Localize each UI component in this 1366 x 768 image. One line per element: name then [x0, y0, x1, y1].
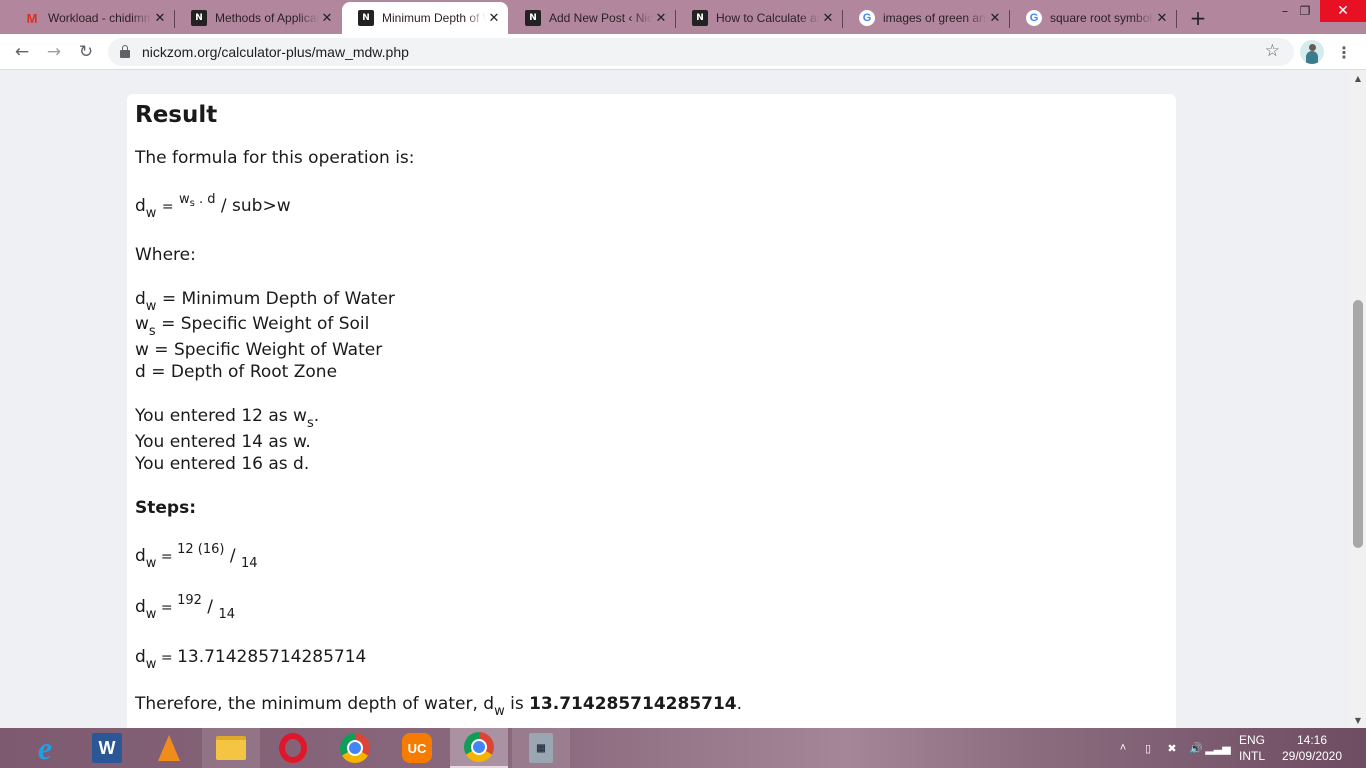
page-scrollbar[interactable]: ▲ ▼: [1350, 70, 1366, 728]
nickzom-icon: N: [525, 10, 541, 26]
clock-date: 29/09/2020: [1281, 749, 1343, 763]
scroll-down-arrow-icon[interactable]: ▼: [1350, 712, 1366, 728]
browser-toolbar: ← → ↻ nickzom.org/calculator-plus/maw_md…: [0, 34, 1366, 70]
entered-value: You entered 12 as ws.: [135, 406, 320, 431]
conclusion-line: Therefore, the minimum depth of water, d…: [135, 694, 743, 719]
clock-time: 14:16: [1296, 733, 1328, 747]
definition-item: w = Specific Weight of Water: [135, 340, 383, 360]
uc-browser-icon: UC: [402, 733, 432, 763]
entered-value: You entered 14 as w.: [135, 432, 311, 452]
taskbar-uc-browser[interactable]: UC: [388, 728, 446, 768]
lock-icon[interactable]: [120, 45, 130, 58]
tab-square-root-symbol[interactable]: G square root symbol ✕: [1010, 2, 1177, 34]
tab-how-to-calculate[interactable]: N How to Calculate and ✕: [676, 2, 843, 34]
step-line: dw = 13.714285714285714: [135, 647, 367, 672]
tab-methods-of-application[interactable]: N Methods of Application ✕: [175, 2, 341, 34]
word-icon: W: [92, 733, 122, 763]
internet-explorer-icon: e: [37, 729, 53, 766]
windows-taskbar: e W UC ▦ ˄ ▯ ✖ 🔊 ▂▃▅ ENG INTL 14:16 29/0…: [0, 728, 1366, 768]
close-icon[interactable]: ✕: [486, 10, 502, 26]
close-window-button[interactable]: ✕: [1320, 0, 1366, 22]
entered-value: You entered 16 as d.: [135, 454, 310, 474]
where-label: Where:: [135, 245, 196, 265]
scroll-up-arrow-icon[interactable]: ▲: [1350, 70, 1366, 86]
result-heading: Result: [135, 102, 218, 128]
tab-title: Minimum Depth of Water: [382, 11, 486, 25]
result-card: Result The formula for this operation is…: [127, 94, 1176, 728]
tab-images-of-green[interactable]: G images of green and ✕: [843, 2, 1010, 34]
chrome-icon: [340, 733, 370, 763]
taskbar-file-explorer[interactable]: [202, 728, 260, 768]
network-error-icon[interactable]: ✖: [1162, 728, 1182, 768]
step-line: dw = 192 / 14: [135, 593, 235, 622]
close-icon[interactable]: ✕: [820, 10, 836, 26]
new-tab-button[interactable]: +: [1186, 6, 1210, 30]
tab-add-new-post[interactable]: N Add New Post ‹ Nickzom ✕: [509, 2, 676, 34]
system-clock[interactable]: 14:16 29/09/2020: [1276, 732, 1348, 764]
tab-title: images of green and: [883, 11, 987, 25]
reload-button[interactable]: ↻: [74, 40, 98, 64]
signal-bars-icon[interactable]: ▂▃▅: [1205, 728, 1230, 768]
bookmark-star-icon[interactable]: ☆: [1265, 41, 1280, 61]
close-icon[interactable]: ✕: [987, 10, 1003, 26]
taskbar-internet-explorer[interactable]: e: [16, 728, 74, 768]
forward-button[interactable]: →: [42, 40, 66, 64]
formula-line: dw = ws . d / sub>w: [135, 192, 291, 221]
tab-title: How to Calculate and: [716, 11, 820, 25]
opera-icon: [279, 733, 307, 763]
close-icon[interactable]: ✕: [152, 10, 168, 26]
vlc-icon: [158, 735, 180, 761]
show-hidden-icons-chevron-icon[interactable]: ˄: [1116, 728, 1130, 768]
google-icon: G: [859, 10, 875, 26]
volume-icon[interactable]: 🔊: [1186, 728, 1206, 768]
tab-strip: M Workload - chidimma ✕ N Methods of App…: [0, 0, 1366, 34]
nickzom-icon: N: [358, 10, 374, 26]
close-icon[interactable]: ✕: [1154, 10, 1170, 26]
taskbar-calculator[interactable]: ▦: [512, 728, 570, 768]
url-text[interactable]: nickzom.org/calculator-plus/maw_mdw.php: [142, 44, 409, 60]
chrome-icon: [464, 732, 494, 762]
step-line: dw = 12 (16) / 14: [135, 542, 258, 571]
gmail-icon: M: [26, 10, 38, 26]
tab-separator: [1176, 10, 1177, 28]
google-icon: G: [1026, 10, 1042, 26]
taskbar-vlc[interactable]: [140, 728, 198, 768]
scrollbar-thumb[interactable]: [1353, 300, 1363, 548]
definition-item: dw = Minimum Depth of Water: [135, 289, 395, 314]
tab-title: Add New Post ‹ Nickzom: [549, 11, 653, 25]
formula-intro: The formula for this operation is:: [135, 148, 415, 168]
tab-gmail[interactable]: M Workload - chidimma ✕: [8, 2, 175, 34]
chrome-menu-icon[interactable]: ⋮: [1336, 40, 1352, 64]
tablet-icon[interactable]: ▯: [1138, 728, 1158, 768]
definition-item: ws = Specific Weight of Soil: [135, 314, 370, 339]
nickzom-icon: N: [692, 10, 708, 26]
nickzom-icon: N: [191, 10, 207, 26]
tab-title: Methods of Application: [215, 11, 319, 25]
tab-title: Workload - chidimma: [48, 11, 152, 25]
close-icon[interactable]: ✕: [319, 10, 335, 26]
taskbar-chrome[interactable]: [326, 728, 384, 768]
file-explorer-icon: [216, 736, 246, 760]
steps-label: Steps:: [135, 498, 196, 518]
calculator-icon: ▦: [529, 733, 553, 763]
taskbar-chrome-active[interactable]: [450, 728, 508, 768]
final-answer: 13.714285714285714: [529, 694, 737, 714]
taskbar-opera[interactable]: [264, 728, 322, 768]
definition-item: d = Depth of Root Zone: [135, 362, 338, 382]
taskbar-word[interactable]: W: [78, 728, 136, 768]
address-bar[interactable]: nickzom.org/calculator-plus/maw_mdw.php …: [108, 38, 1294, 66]
back-button[interactable]: ←: [10, 40, 34, 64]
page-viewport: Result The formula for this operation is…: [0, 70, 1350, 728]
close-icon[interactable]: ✕: [653, 10, 669, 26]
input-language-indicator[interactable]: ENG INTL: [1232, 732, 1272, 764]
profile-avatar[interactable]: [1300, 40, 1324, 64]
tab-title: square root symbol: [1050, 11, 1153, 25]
tab-minimum-depth-of-water[interactable]: N Minimum Depth of Water ✕: [342, 2, 508, 34]
